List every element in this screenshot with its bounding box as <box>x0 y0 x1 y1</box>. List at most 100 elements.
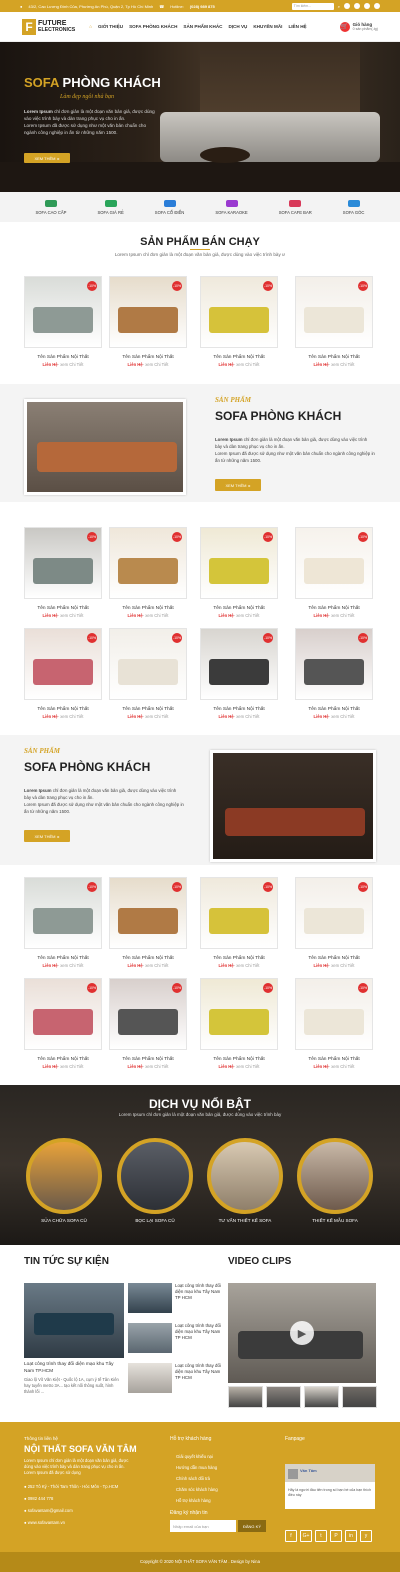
product-image[interactable]: -10% <box>295 276 373 348</box>
product-detail-link[interactable]: - xem Chi Tiết <box>58 714 84 719</box>
home-icon[interactable]: ⌂ <box>89 24 92 29</box>
video-thumb[interactable] <box>266 1386 301 1408</box>
product-image[interactable]: -10% <box>24 978 102 1050</box>
product-image[interactable]: -10% <box>24 628 102 700</box>
product-name[interactable]: Tên Sản Phẩm Nội Thất <box>24 1057 102 1062</box>
product-card[interactable]: -10% Tên Sản Phẩm Nội Thất Liên Hệ- xem Ch… <box>24 628 102 723</box>
facebook-icon[interactable]: f <box>285 1530 297 1542</box>
service-item[interactable]: SỬA CHỮA SOFA CŨ <box>24 1138 104 1223</box>
product-card[interactable]: -10% Tên Sản Phẩm Nội Thất Liên Hệ- xem Ch… <box>295 978 373 1073</box>
product-card[interactable]: -10% Tên Sản Phẩm Nội Thất Liên Hệ- xem Ch… <box>109 276 187 371</box>
product-detail-link[interactable]: - xem Chi Tiết <box>329 963 355 968</box>
product-card[interactable]: -10% Tên Sản Phẩm Nội Thất Liên Hệ- xem Ch… <box>109 978 187 1073</box>
news-main-title[interactable]: Loạt công trình thay đổi diện mạo khu Tâ… <box>24 1362 124 1375</box>
product-detail-link[interactable]: - xem Chi Tiết <box>329 362 355 367</box>
nav-item-khuyen-mai[interactable]: KHUYẾN MÃI <box>253 24 282 29</box>
product-card[interactable]: -10% Tên Sản Phẩm Nội Thất Liên Hệ- xem Ch… <box>200 877 278 972</box>
category-item[interactable]: SOFA CAO CẤP <box>36 192 66 222</box>
product-image[interactable]: -10% <box>24 877 102 949</box>
newsletter-button[interactable]: ĐĂNG KÝ <box>238 1520 266 1532</box>
product-name[interactable]: Tên Sản Phẩm Nội Thất <box>295 355 373 360</box>
product-detail-link[interactable]: - xem Chi Tiết <box>143 613 169 618</box>
product-detail-link[interactable]: - xem Chi Tiết <box>329 613 355 618</box>
feature-2-more-button[interactable]: XEM THÊM ▸ <box>24 830 70 842</box>
category-item[interactable]: SOFA CỔ ĐIỂN <box>155 192 184 222</box>
product-name[interactable]: Tên Sản Phẩm Nội Thất <box>109 956 187 961</box>
service-image[interactable] <box>297 1138 373 1214</box>
product-name[interactable]: Tên Sản Phẩm Nội Thất <box>295 707 373 712</box>
google-icon[interactable] <box>354 3 360 9</box>
facebook-icon[interactable] <box>344 3 350 9</box>
news-main-image[interactable] <box>24 1283 124 1358</box>
product-image[interactable]: -10% <box>24 527 102 599</box>
product-image[interactable]: -10% <box>200 877 278 949</box>
news-item[interactable]: Loạt công trình thay đổi diện mạo khu Tâ… <box>128 1363 223 1395</box>
news-thumb[interactable] <box>128 1323 172 1353</box>
product-detail-link[interactable]: - xem Chi Tiết <box>234 613 260 618</box>
product-image[interactable]: -10% <box>295 877 373 949</box>
news-thumb[interactable] <box>128 1363 172 1393</box>
product-image[interactable]: -10% <box>295 978 373 1050</box>
product-detail-link[interactable]: - xem Chi Tiết <box>58 362 84 367</box>
category-item[interactable]: SOFA GÓC <box>343 192 364 222</box>
news-item[interactable]: Loạt công trình thay đổi diện mạo khu Tâ… <box>128 1323 223 1355</box>
news-item-title[interactable]: Loạt công trình thay đổi diện mạo khu Tâ… <box>175 1363 225 1381</box>
video-thumb[interactable] <box>228 1386 263 1408</box>
video-player[interactable]: ▶ <box>228 1283 376 1383</box>
search-icon[interactable]: ⌕ <box>338 4 340 9</box>
product-image[interactable]: -10% <box>109 877 187 949</box>
product-detail-link[interactable]: - xem Chi Tiết <box>143 362 169 367</box>
twitter-icon[interactable] <box>364 3 370 9</box>
search-input[interactable]: Tìm kiếm... <box>291 2 334 10</box>
play-icon[interactable]: ▶ <box>290 1321 314 1345</box>
product-image[interactable]: -10% <box>200 527 278 599</box>
product-detail-link[interactable]: - xem Chi Tiết <box>234 1064 260 1069</box>
product-detail-link[interactable]: - xem Chi Tiết <box>234 362 260 367</box>
product-card[interactable]: -10% Tên Sản Phẩm Nội Thất Liên Hệ- xem Ch… <box>295 527 373 622</box>
product-detail-link[interactable]: - xem Chi Tiết <box>329 1064 355 1069</box>
product-card[interactable]: -10% Tên Sản Phẩm Nội Thất Liên Hệ- xem Ch… <box>200 527 278 622</box>
product-detail-link[interactable]: - xem Chi Tiết <box>143 714 169 719</box>
product-detail-link[interactable]: - xem Chi Tiết <box>58 613 84 618</box>
product-detail-link[interactable]: - xem Chi Tiết <box>234 963 260 968</box>
product-name[interactable]: Tên Sản Phẩm Nội Thất <box>295 1057 373 1062</box>
product-name[interactable]: Tên Sản Phẩm Nội Thất <box>24 606 102 611</box>
linkedin-icon[interactable]: in <box>345 1530 357 1542</box>
footer-support-link[interactable]: Hướng dẫn mua hàng <box>176 1465 217 1470</box>
product-name[interactable]: Tên Sản Phẩm Nội Thất <box>24 707 102 712</box>
product-name[interactable]: Tên Sản Phẩm Nội Thất <box>109 355 187 360</box>
service-label[interactable]: THIẾT KẾ MẪU SOFA <box>295 1218 375 1223</box>
feature-1-more-button[interactable]: XEM THÊM ▸ <box>215 479 261 491</box>
product-name[interactable]: Tên Sản Phẩm Nội Thất <box>109 707 187 712</box>
product-name[interactable]: Tên Sản Phẩm Nội Thất <box>24 956 102 961</box>
fanpage-widget[interactable]: Vân Tâm Hãy là người đầu tiên trong số b… <box>285 1464 375 1509</box>
video-thumb[interactable] <box>304 1386 339 1408</box>
nav-item-gioi-thieu[interactable]: GIỚI THIỆU <box>98 24 123 29</box>
service-item[interactable]: TƯ VẤN THIẾT KẾ SOFA <box>205 1138 285 1223</box>
product-detail-link[interactable]: - xem Chi Tiết <box>329 714 355 719</box>
product-card[interactable]: -10% Tên Sản Phẩm Nội Thất Liên Hệ- xem Ch… <box>109 628 187 723</box>
footer-web[interactable]: ● www.sofavantam.vn <box>24 1520 65 1525</box>
twitter-icon[interactable]: t <box>315 1530 327 1542</box>
footer-support-link[interactable]: Giải quyết khiếu nại <box>176 1454 213 1459</box>
product-card[interactable]: -10% Tên Sản Phẩm Nội Thất Liên Hệ- xem Ch… <box>200 276 278 371</box>
product-card[interactable]: -10% Tên Sản Phẩm Nội Thất Liên Hệ- xem Ch… <box>24 978 102 1073</box>
youtube-icon[interactable]: y <box>360 1530 372 1542</box>
product-image[interactable]: -10% <box>109 276 187 348</box>
footer-support-link[interactable]: Hỗ trợ khách hàng <box>176 1498 211 1503</box>
product-image[interactable]: -10% <box>109 628 187 700</box>
footer-email[interactable]: ● sofavantam@gmail.com <box>24 1508 73 1513</box>
product-card[interactable]: -10% Tên Sản Phẩm Nội Thất Liên Hệ- xem Ch… <box>24 527 102 622</box>
video-thumb[interactable] <box>342 1386 377 1408</box>
hero-more-button[interactable]: XEM THÊM ▸ <box>24 153 70 163</box>
nav-item-lien-he[interactable]: LIÊN HỆ <box>288 24 306 29</box>
product-image[interactable]: -10% <box>200 276 278 348</box>
product-card[interactable]: -10% Tên Sản Phẩm Nội Thất Liên Hệ- xem Ch… <box>200 978 278 1073</box>
product-card[interactable]: -10% Tên Sản Phẩm Nội Thất Liên Hệ- xem Ch… <box>295 628 373 723</box>
youtube-icon[interactable] <box>374 3 380 9</box>
product-name[interactable]: Tên Sản Phẩm Nội Thất <box>295 956 373 961</box>
footer-support-link[interactable]: Chính sách đổi trả <box>176 1476 210 1481</box>
product-card[interactable]: -10% Tên Sản Phẩm Nội Thất Liên Hệ- xem Ch… <box>24 276 102 371</box>
product-detail-link[interactable]: - xem Chi Tiết <box>143 1064 169 1069</box>
service-item[interactable]: BỌC LẠI SOFA CŨ <box>115 1138 195 1223</box>
